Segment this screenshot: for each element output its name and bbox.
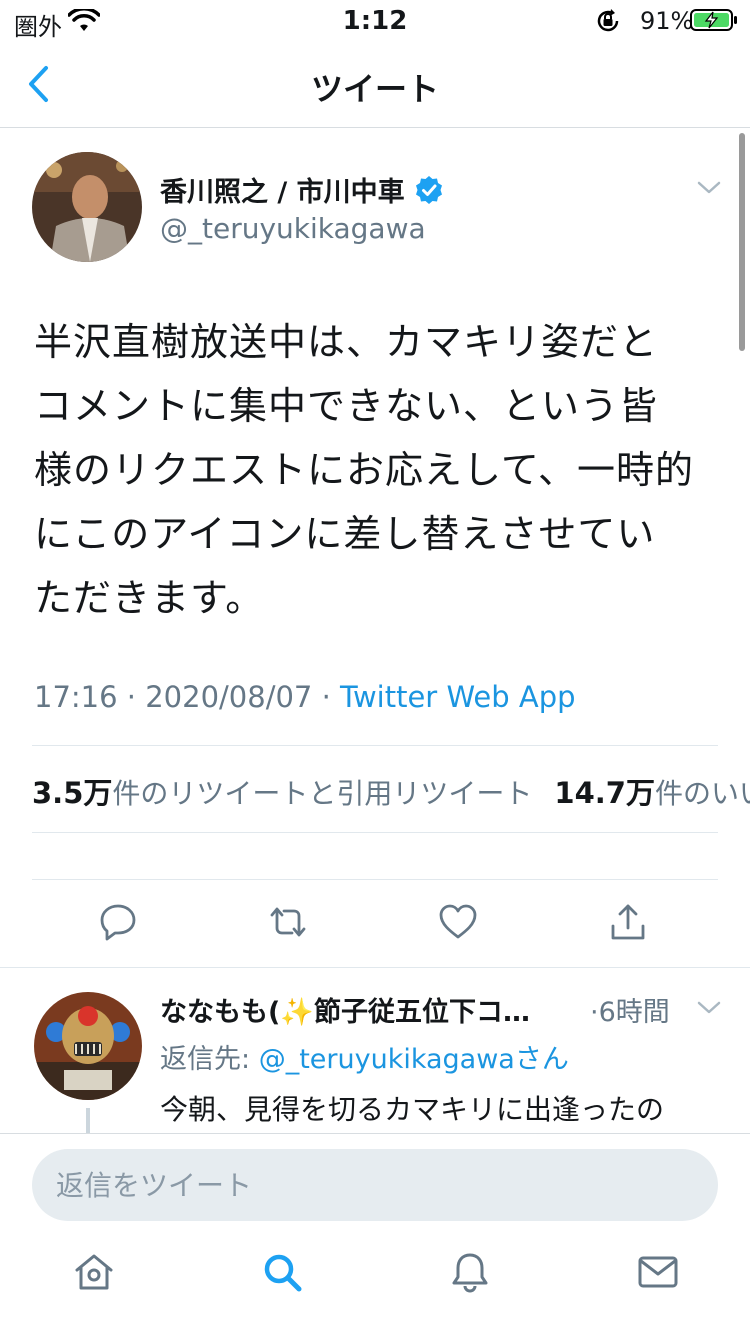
reply-to-label: 返信先: bbox=[160, 1044, 259, 1075]
tweet-metadata: 17:16 · 2020/08/07 · Twitter Web App bbox=[34, 680, 576, 714]
reply-text: 今朝、見得を切るカマキリに出逢ったの bbox=[160, 1093, 665, 1126]
tweet-actions bbox=[0, 900, 750, 952]
like-stat[interactable]: 14.7万件のいいね bbox=[554, 776, 750, 810]
reply-author-avatar[interactable] bbox=[34, 992, 142, 1100]
author-name-text: 香川照之 / 市川中車 bbox=[160, 177, 405, 208]
home-icon[interactable] bbox=[72, 1250, 116, 1294]
verified-badge-icon bbox=[415, 175, 442, 204]
chevron-down-icon[interactable] bbox=[696, 998, 722, 1018]
reply-input[interactable] bbox=[32, 1149, 718, 1221]
battery-icon bbox=[690, 9, 737, 31]
bell-icon[interactable] bbox=[448, 1250, 492, 1294]
tab-bar bbox=[0, 1250, 750, 1320]
divider bbox=[32, 832, 718, 833]
reply-time: ·6時間 bbox=[590, 997, 670, 1028]
search-icon[interactable] bbox=[260, 1250, 304, 1294]
scroll-indicator[interactable] bbox=[739, 133, 745, 351]
retweet-count: 3.5万 bbox=[32, 776, 113, 810]
navigation-bar: ツイート bbox=[0, 40, 750, 128]
heart-icon[interactable] bbox=[436, 900, 480, 944]
like-count: 14.7万 bbox=[554, 776, 655, 810]
reply-to-mention[interactable]: @_teruyukikagawaさん bbox=[259, 1044, 569, 1075]
divider bbox=[32, 745, 718, 746]
reply-icon[interactable] bbox=[96, 900, 140, 944]
author-name[interactable]: 香川照之 / 市川中車 bbox=[160, 170, 445, 209]
mail-icon[interactable] bbox=[636, 1250, 680, 1294]
reply-author-name[interactable]: ななもも(✨節子従五位下コ… bbox=[160, 990, 580, 1029]
retweet-label: 件のリツイートと引用リツイート bbox=[112, 777, 533, 810]
divider bbox=[32, 879, 718, 880]
tweet-timestamp: 17:16 · 2020/08/07 · bbox=[34, 680, 341, 714]
retweet-stat[interactable]: 3.5万件のリツイートと引用リツイート bbox=[32, 776, 533, 810]
clock: 1:12 bbox=[342, 6, 408, 36]
like-label: 件のいいね bbox=[654, 777, 750, 810]
tweet-stats: 3.5万件のリツイートと引用リツイート 14.7万件のいいね bbox=[32, 770, 750, 812]
status-bar: 圏外 1:12 91% bbox=[0, 0, 750, 41]
retweet-icon[interactable] bbox=[266, 900, 310, 944]
author-avatar[interactable] bbox=[32, 152, 142, 262]
battery-percentage: 91% bbox=[640, 7, 694, 35]
section-divider bbox=[0, 967, 750, 968]
tweet-text: 半沢直樹放送中は、カマキリ姿だとコメントに集中できない、という皆様のリクエストに… bbox=[34, 320, 694, 620]
reply-to-line: 返信先: @_teruyukikagawaさん bbox=[160, 1037, 569, 1076]
thread-connector bbox=[86, 1108, 90, 1134]
author-handle[interactable]: @_teruyukikagawa bbox=[160, 212, 426, 245]
orientation-lock-icon bbox=[597, 9, 619, 32]
tweet-source-link[interactable]: Twitter Web App bbox=[340, 680, 576, 714]
chevron-down-icon[interactable] bbox=[696, 178, 722, 198]
share-icon[interactable] bbox=[606, 900, 650, 944]
reply-avatar-image bbox=[34, 992, 142, 1100]
avatar-image bbox=[32, 152, 142, 262]
page-title: ツイート bbox=[310, 70, 439, 108]
